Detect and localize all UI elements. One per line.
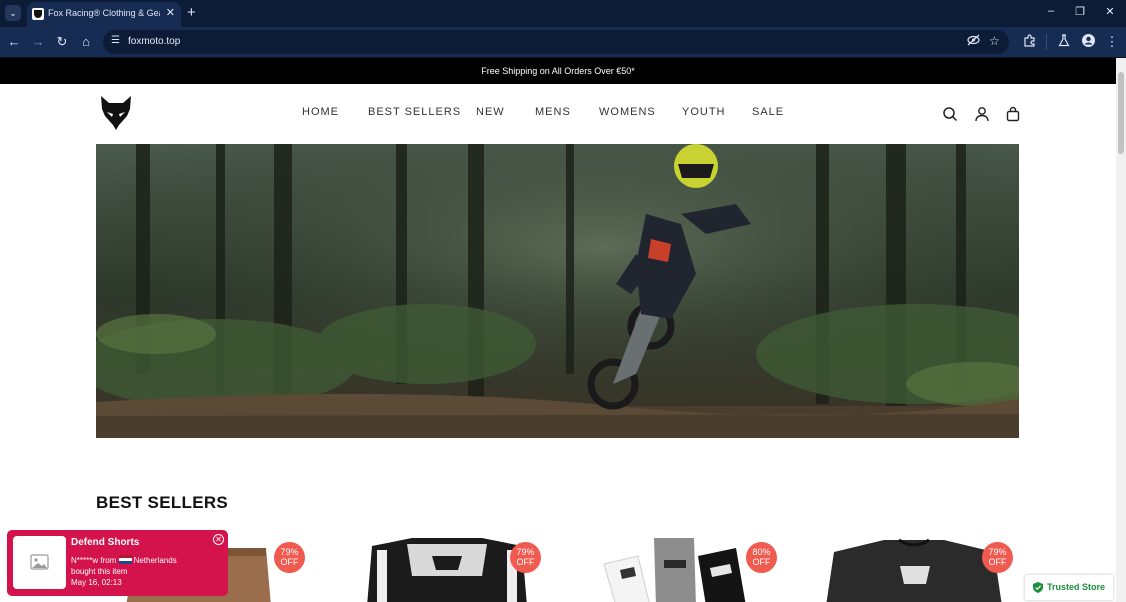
nav-youth[interactable]: YOUTH: [682, 106, 726, 118]
scrollbar-thumb[interactable]: [1118, 72, 1124, 154]
popup-time: May 16, 02:13: [71, 578, 122, 587]
image-placeholder-icon: [30, 554, 49, 570]
browser-menu-icon[interactable]: ⋮: [1104, 34, 1120, 50]
tab-title: Fox Racing® Clothing & Gear |: [48, 8, 160, 18]
back-icon[interactable]: ←: [6, 34, 22, 50]
recent-sale-popup[interactable]: Defend Shorts N*****w from Netherlands b…: [7, 530, 228, 596]
bookmark-star-icon[interactable]: ☆: [989, 34, 1000, 48]
labs-flask-icon[interactable]: [1056, 34, 1072, 50]
announcement-bar: Free Shipping on All Orders Over €50*: [0, 58, 1116, 84]
nav-best-sellers[interactable]: BEST SELLERS: [368, 106, 461, 118]
site-favicon-icon: [32, 8, 44, 20]
web-page: Free Shipping on All Orders Over €50* HO…: [0, 58, 1116, 602]
nav-new[interactable]: NEW: [476, 106, 505, 118]
home-icon[interactable]: ⌂: [78, 34, 94, 50]
product-card[interactable]: 79% OFF: [332, 536, 552, 602]
nav-mens[interactable]: MENS: [535, 106, 571, 118]
forward-icon[interactable]: →: [30, 34, 46, 50]
discount-percent: 79%: [280, 547, 299, 557]
discount-label: OFF: [988, 557, 1007, 567]
discount-badge: 80% OFF: [746, 542, 777, 573]
browser-tab-strip: ⌄ Fox Racing® Clothing & Gear | ✕ + – ❐ …: [0, 0, 1126, 27]
cart-icon[interactable]: [1005, 106, 1021, 122]
popup-buyer: N*****w from: [71, 556, 117, 565]
restore-icon[interactable]: ❐: [1072, 5, 1088, 18]
popup-close-icon[interactable]: ✕: [213, 534, 224, 545]
popup-product-title[interactable]: Defend Shorts: [71, 537, 139, 548]
trusted-store-badge[interactable]: Trusted Store: [1025, 575, 1113, 600]
discount-percent: 79%: [516, 547, 535, 557]
trusted-store-label: Trusted Store: [1047, 582, 1106, 592]
popup-product-thumbnail: [13, 536, 66, 589]
reload-icon[interactable]: ↻: [54, 34, 70, 50]
tab-search-button[interactable]: ⌄: [5, 5, 21, 21]
nav-womens[interactable]: WOMENS: [599, 106, 656, 118]
popup-action: bought this item: [71, 567, 128, 576]
discount-badge: 79% OFF: [982, 542, 1013, 573]
close-window-icon[interactable]: ✕: [1102, 5, 1118, 18]
discount-percent: 80%: [752, 547, 771, 557]
page-scrollbar[interactable]: [1116, 58, 1126, 602]
toolbar-separator: [1046, 34, 1047, 50]
new-tab-button[interactable]: +: [187, 4, 196, 22]
discount-label: OFF: [280, 557, 299, 567]
search-icon[interactable]: [942, 106, 958, 122]
discount-badge: 79% OFF: [274, 542, 305, 573]
discount-label: OFF: [516, 557, 535, 567]
tracking-protection-icon[interactable]: [967, 34, 980, 49]
discount-label: OFF: [752, 557, 771, 567]
fox-logo-icon[interactable]: [100, 95, 132, 131]
minimize-icon[interactable]: –: [1043, 5, 1059, 17]
discount-badge: 79% OFF: [510, 542, 541, 573]
browser-tab[interactable]: Fox Racing® Clothing & Gear | ✕: [27, 2, 181, 27]
nav-home[interactable]: HOME: [302, 106, 339, 118]
browser-toolbar: ← → ↻ ⌂ ☰ foxmoto.top ☆ ⋮: [0, 27, 1126, 57]
hero-banner-image[interactable]: [96, 144, 1019, 438]
shield-check-icon: [1033, 582, 1043, 593]
url-text[interactable]: foxmoto.top: [128, 36, 180, 47]
tab-close-icon[interactable]: ✕: [166, 6, 175, 19]
popup-buyer-line: N*****w from Netherlands: [71, 555, 177, 565]
best-sellers-heading: BEST SELLERS: [96, 493, 229, 512]
product-card[interactable]: 79% OFF: [804, 536, 1024, 602]
address-bar[interactable]: ☰ foxmoto.top ☆: [103, 30, 1009, 54]
extensions-icon[interactable]: [1021, 34, 1037, 50]
discount-percent: 79%: [988, 547, 1007, 557]
profile-icon[interactable]: [1080, 34, 1096, 50]
product-card[interactable]: 80% OFF: [568, 536, 788, 602]
popup-country: Netherlands: [133, 556, 177, 565]
site-info-icon[interactable]: ☰: [111, 35, 120, 46]
netherlands-flag-icon: [118, 555, 132, 564]
account-icon[interactable]: [974, 106, 990, 122]
nav-sale[interactable]: SALE: [752, 106, 784, 118]
